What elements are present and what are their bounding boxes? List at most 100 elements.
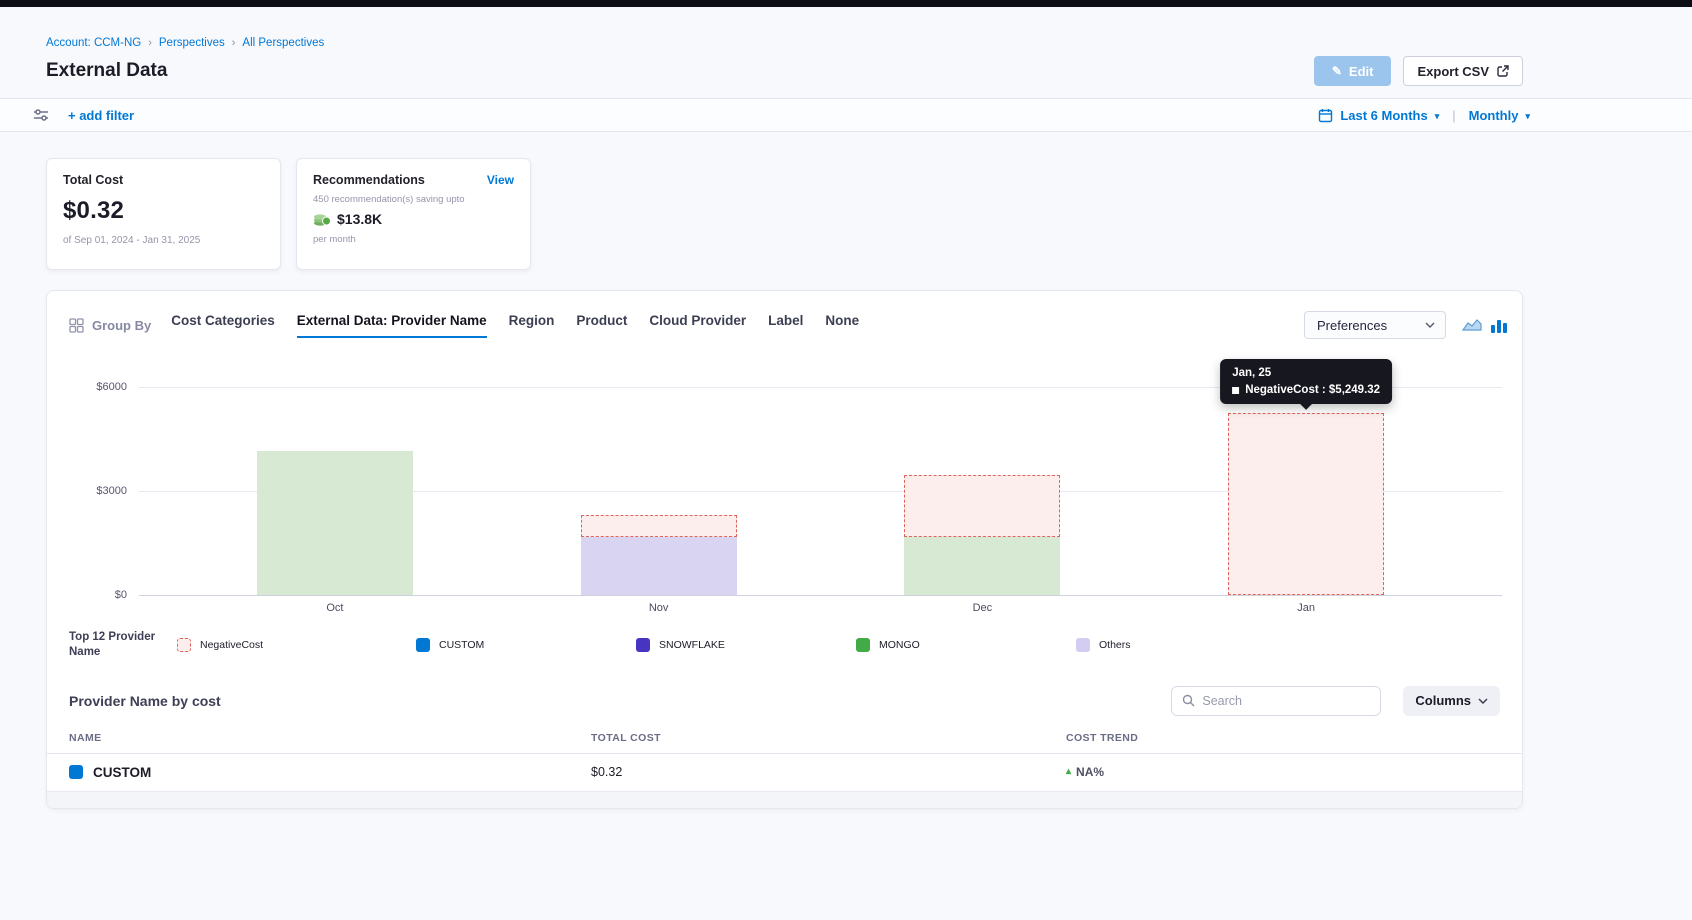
x-tick-label: Nov [497, 602, 821, 614]
y-tick-label: $0 [115, 589, 127, 601]
chevron-down-icon [1425, 322, 1435, 328]
total-cost-value: $0.32 [63, 197, 264, 225]
top-accent-bar [0, 0, 1692, 7]
bar-chart-toggle[interactable] [1490, 317, 1508, 333]
breadcrumb: Account: CCM-NG › Perspectives › All Per… [46, 37, 1523, 49]
date-range-picker[interactable]: Last 6 Months ▾ [1318, 108, 1439, 123]
total-cost-period: of Sep 01, 2024 - Jan 31, 2025 [63, 235, 264, 246]
breadcrumb-account[interactable]: Account: CCM-NG [46, 37, 141, 49]
bar-segment-others[interactable] [581, 537, 737, 595]
legend-title: Top 12 Provider Name [69, 630, 177, 660]
page: Account: CCM-NG › Perspectives › All Per… [0, 0, 1692, 920]
edit-button-label: Edit [1349, 64, 1374, 79]
bar-group-jan[interactable] [1144, 387, 1468, 595]
legend-label: Others [1099, 639, 1131, 651]
table-header: NAME TOTAL COST COST TREND [47, 732, 1522, 754]
legend-label: NegativeCost [200, 639, 263, 651]
main-content: Total Cost $0.32 of Sep 01, 2024 - Jan 3… [0, 132, 1692, 809]
provider-color-swatch [69, 765, 83, 779]
group-by-row: Group By Cost CategoriesExternal Data: P… [47, 311, 1522, 339]
bar-segment-mongo[interactable] [257, 451, 413, 595]
table-title: Provider Name by cost [69, 693, 1171, 709]
y-axis: $6000$3000$0 [69, 387, 139, 595]
recommendations-view-link[interactable]: View [487, 173, 514, 187]
legend-item-negativecost[interactable]: NegativeCost [177, 638, 416, 652]
total-cost-cell: $0.32 [591, 765, 1066, 779]
legend-swatch [416, 638, 430, 652]
bar-segment-negativecost[interactable] [904, 475, 1060, 537]
group-by-icon [69, 318, 84, 333]
columns-button[interactable]: Columns [1403, 686, 1500, 716]
filter-bar: + add filter Last 6 Months ▾ | Monthly ▾ [0, 98, 1692, 132]
recommendations-per-month: per month [313, 234, 514, 245]
search-input[interactable] [1202, 694, 1370, 708]
column-header-total-cost[interactable]: TOTAL COST [591, 732, 1066, 744]
bar-segment-mongo[interactable] [904, 537, 1060, 595]
preferences-dropdown[interactable]: Preferences [1304, 311, 1446, 339]
legend-items: NegativeCost CUSTOMSNOWFLAKE MONGO Others [177, 638, 1500, 652]
pencil-icon: ✎ [1332, 65, 1342, 77]
bar-group-nov[interactable] [497, 387, 821, 595]
y-tick-label: $6000 [96, 381, 127, 393]
recommendations-card: Recommendations View 450 recommendation(… [296, 158, 531, 270]
breadcrumb-separator: › [148, 37, 152, 49]
filter-sliders-icon[interactable] [33, 108, 49, 122]
legend-swatch [1076, 638, 1090, 652]
legend-swatch [856, 638, 870, 652]
legend-swatch [636, 638, 650, 652]
caret-down-icon: ▾ [1435, 110, 1440, 121]
bar-group-oct[interactable] [173, 387, 497, 595]
recommendations-card-head: Recommendations View [313, 173, 514, 187]
legend-item-custom[interactable]: CUSTOM [416, 638, 636, 652]
page-header: Account: CCM-NG › Perspectives › All Per… [0, 7, 1692, 98]
groupby-tab-region[interactable]: Region [509, 313, 555, 338]
legend-item-mongo[interactable]: MONGO [856, 638, 1076, 652]
trend-up-icon: ▴ [1066, 767, 1071, 777]
columns-button-label: Columns [1415, 693, 1471, 708]
edit-button[interactable]: ✎ Edit [1314, 56, 1392, 86]
tooltip-entry-row: NegativeCost : $5,249.32 [1232, 384, 1380, 396]
column-header-cost-trend[interactable]: COST TREND [1066, 732, 1522, 744]
export-csv-button[interactable]: Export CSV [1403, 56, 1523, 86]
bar-segment-negativecost[interactable] [581, 515, 737, 537]
groupby-tab-external-data-provider-name[interactable]: External Data: Provider Name [297, 313, 487, 338]
chart-legend: Top 12 Provider Name NegativeCost CUSTOMS… [47, 630, 1522, 660]
tooltip-title: Jan, 25 [1232, 367, 1380, 379]
groupby-tab-label[interactable]: Label [768, 313, 803, 338]
groupby-tab-none[interactable]: None [825, 313, 859, 338]
title-row: External Data ✎ Edit Export CSV [46, 56, 1523, 86]
table-row-custom[interactable]: CUSTOM$0.32▴NA% [47, 754, 1522, 792]
breadcrumb-all-perspectives[interactable]: All Perspectives [242, 37, 324, 49]
legend-item-snowflake[interactable]: SNOWFLAKE [636, 638, 856, 652]
provider-name: CUSTOM [93, 765, 151, 780]
name-cell: CUSTOM [47, 765, 591, 780]
tooltip-swatch [1232, 387, 1239, 394]
legend-item-others[interactable]: Others [1076, 638, 1296, 652]
cost-chart: $6000$3000$0 Jan, 25 NegativeCost : $5,2… [69, 387, 1502, 595]
x-axis-row: OctNovDecJan [69, 595, 1502, 614]
groupby-tab-product[interactable]: Product [576, 313, 627, 338]
recommendations-summary: 450 recommendation(s) saving upto [313, 194, 514, 205]
chart-tooltip: Jan, 25 NegativeCost : $5,249.32 [1220, 359, 1392, 404]
x-tick-label: Dec [821, 602, 1145, 614]
granularity-picker[interactable]: Monthly ▾ [1469, 108, 1530, 123]
date-range-label: Last 6 Months [1340, 108, 1427, 123]
breadcrumb-perspectives[interactable]: Perspectives [159, 37, 225, 49]
recommendations-label: Recommendations [313, 173, 425, 187]
bar-group-dec[interactable] [821, 387, 1145, 595]
search-box[interactable] [1171, 686, 1381, 716]
savings-row: $13.8K [313, 211, 514, 227]
chart-plot-outer: Jan, 25 NegativeCost : $5,249.32 [139, 387, 1502, 595]
groupby-tab-cost-categories[interactable]: Cost Categories [171, 313, 275, 338]
external-link-icon [1497, 65, 1509, 77]
add-filter-button[interactable]: + add filter [68, 108, 134, 123]
tooltip-entry: NegativeCost : $5,249.32 [1245, 384, 1380, 396]
chevron-down-icon [1478, 698, 1488, 704]
groupby-tab-cloud-provider[interactable]: Cloud Provider [649, 313, 746, 338]
groupby-tabs: Cost Categories External Data: Provider N… [171, 313, 859, 338]
bar-segment-negativecost[interactable] [1228, 413, 1384, 595]
column-header-name[interactable]: NAME [47, 732, 591, 744]
legend-label: MONGO [879, 639, 920, 651]
area-chart-toggle[interactable] [1462, 317, 1482, 333]
calendar-icon [1318, 108, 1333, 123]
